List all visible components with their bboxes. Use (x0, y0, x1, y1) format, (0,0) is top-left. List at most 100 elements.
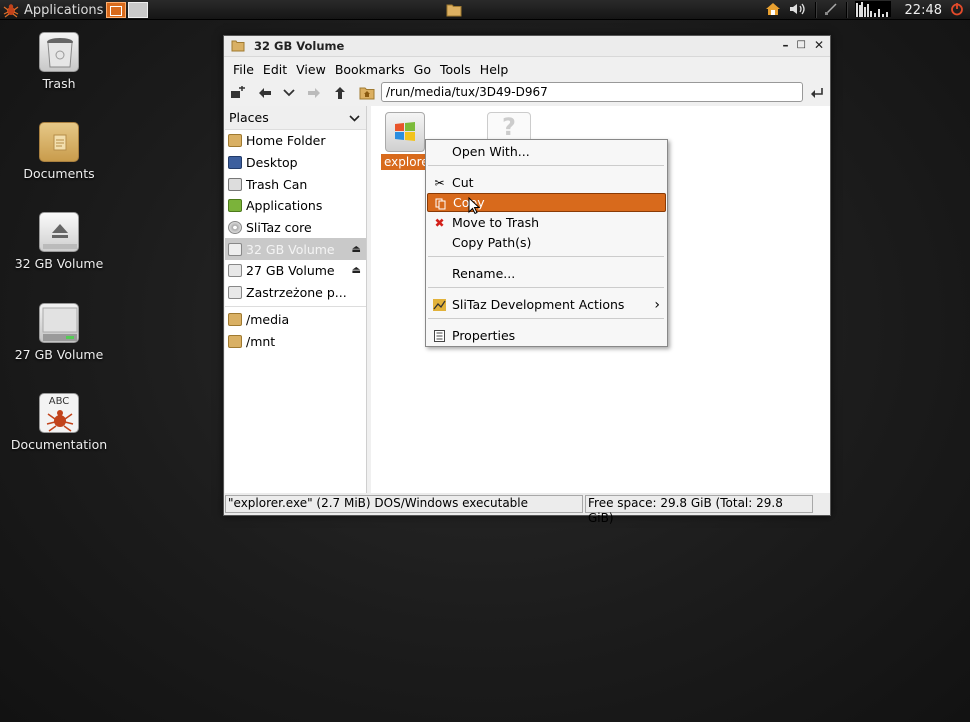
folder-icon (39, 122, 79, 162)
sidebar-item-32gb-volume[interactable]: 32 GB Volume ⏏ (225, 238, 366, 261)
sidebar-bookmark-mnt[interactable]: /mnt (225, 330, 366, 352)
menu-item-label: Copy Path(s) (452, 235, 532, 250)
close-button[interactable]: ✕ (814, 38, 824, 52)
sidebar-item-label: /mnt (246, 333, 276, 349)
up-arrow-icon[interactable] (331, 84, 349, 102)
desktop-icon-32gb-volume[interactable]: 32 GB Volume (0, 212, 118, 271)
menu-item-open-with[interactable]: Open With... (427, 142, 666, 161)
home-folder-icon (228, 134, 242, 148)
menu-view[interactable]: View (296, 62, 326, 77)
sidebar-item-reserved[interactable]: Zastrzeżone p... (225, 282, 366, 304)
sidebar-item-trash-can[interactable]: Trash Can (225, 173, 366, 195)
sidebar-item-label: 32 GB Volume (246, 241, 335, 257)
context-menu: Open With... ✂ Cut Copy ✖ Move to Trash … (425, 139, 668, 347)
sidebar-item-label: Home Folder (246, 133, 326, 149)
window-titlebar[interactable]: 32 GB Volume – □ ✕ (224, 36, 830, 57)
volume-icon[interactable] (789, 2, 807, 19)
maximize-button[interactable]: □ (796, 39, 805, 52)
sidebar-item-27gb-volume[interactable]: 27 GB Volume ⏏ (225, 260, 366, 282)
desktop-icon-label: Documentation (10, 437, 108, 452)
red-x-icon: ✖ (434, 215, 445, 230)
file-item-explorer[interactable]: explore (381, 112, 432, 170)
sidebar-item-label: Zastrzeżone p... (246, 285, 347, 301)
development-icon (433, 298, 446, 311)
sidebar-item-applications[interactable]: Applications (225, 195, 366, 217)
home-icon[interactable] (765, 2, 781, 19)
hard-drive-icon (228, 286, 242, 300)
sidebar-bookmark-media[interactable]: /media (225, 309, 366, 331)
statusbar: "explorer.exe" (2.7 MiB) DOS/Windows exe… (224, 493, 830, 525)
cpu-monitor-icon[interactable] (854, 0, 891, 20)
menu-item-copy-paths[interactable]: Copy Path(s) (427, 233, 666, 252)
clock[interactable]: 22:48 (905, 3, 942, 18)
back-arrow-icon[interactable] (256, 84, 274, 102)
eject-icon[interactable]: ⏏ (352, 265, 361, 276)
sidebar-item-label: Desktop (246, 155, 298, 171)
taskbar-folder-icon[interactable] (446, 3, 462, 20)
menu-help[interactable]: Help (480, 62, 509, 77)
menu-separator (428, 256, 664, 257)
system-tray: 22:48 (765, 0, 964, 20)
top-panel: Applications 22:48 (0, 0, 970, 20)
sidebar-item-desktop[interactable]: Desktop (225, 152, 366, 174)
desktop-icon-label: 32 GB Volume (14, 256, 104, 271)
eject-icon[interactable]: ⏏ (352, 244, 361, 255)
desktop-icon-documentation[interactable]: ABC Documentation (0, 393, 118, 452)
status-selection-info: "explorer.exe" (2.7 MiB) DOS/Windows exe… (225, 495, 583, 513)
mouse-pointer-icon (468, 196, 481, 218)
menubar: File Edit View Bookmarks Go Tools Help (224, 57, 830, 81)
sidebar-item-label: 27 GB Volume (246, 263, 335, 279)
menu-edit[interactable]: Edit (263, 62, 287, 77)
location-bar[interactable]: /run/media/tux/3D49-D967 (381, 82, 803, 102)
menu-item-rename[interactable]: Rename... (427, 264, 666, 283)
network-icon[interactable] (824, 2, 838, 19)
applications-menu[interactable]: Applications (2, 1, 103, 19)
folder-icon (228, 334, 242, 348)
cdrom-icon (228, 221, 242, 235)
menu-tools[interactable]: Tools (440, 62, 471, 77)
menu-item-cut[interactable]: ✂ Cut (427, 173, 666, 192)
documentation-icon: ABC (39, 393, 79, 433)
places-header[interactable]: Places (225, 106, 366, 130)
sidebar-item-label: Trash Can (246, 176, 308, 192)
hard-drive-icon (228, 264, 242, 278)
desktop-icon-trash[interactable]: Trash (0, 32, 118, 91)
tray-separator (814, 2, 816, 18)
menu-file[interactable]: File (233, 62, 254, 77)
applications-label: Applications (24, 2, 104, 18)
sidebar-item-home-folder[interactable]: Home Folder (225, 130, 366, 152)
removable-drive-icon (228, 242, 242, 256)
menu-item-label: Move to Trash (452, 215, 540, 230)
history-dropdown-icon[interactable] (280, 84, 298, 102)
menu-item-slitaz-dev-actions[interactable]: SliTaz Development Actions › (427, 295, 666, 314)
menu-item-label: Open With... (452, 144, 530, 159)
folder-icon (231, 40, 245, 55)
go-jump-icon[interactable] (808, 84, 826, 102)
menu-item-copy[interactable]: Copy (427, 193, 666, 212)
menu-bookmarks[interactable]: Bookmarks (335, 62, 405, 77)
chevron-right-icon: › (654, 296, 660, 313)
menu-go[interactable]: Go (414, 62, 431, 77)
sidebar-item-label: /media (246, 311, 290, 327)
menu-item-properties[interactable]: Properties (427, 326, 666, 345)
sidebar-item-slitaz-core[interactable]: SliTaz core (225, 217, 366, 239)
desktop-icon (228, 156, 242, 170)
desktop-icon-documents[interactable]: Documents (0, 122, 118, 181)
minimize-button[interactable]: – (782, 38, 788, 52)
menu-separator (428, 318, 664, 319)
menu-item-move-to-trash[interactable]: ✖ Move to Trash (427, 213, 666, 232)
places-sidebar: Places Home Folder Desktop Trash Can App… (225, 106, 367, 493)
copy-icon (434, 197, 447, 210)
power-icon[interactable] (950, 2, 964, 19)
workspace-2-button[interactable] (128, 2, 148, 18)
properties-icon (433, 329, 446, 342)
new-tab-icon[interactable] (229, 84, 247, 102)
menu-item-label: Cut (452, 175, 474, 190)
menu-item-label: SliTaz Development Actions (452, 297, 625, 312)
desktop-icon-27gb-volume[interactable]: 27 GB Volume (0, 303, 118, 362)
workspace-1-button[interactable] (106, 2, 126, 18)
chevron-down-icon[interactable] (349, 110, 360, 125)
home-folder-icon[interactable] (358, 84, 376, 102)
forward-arrow-icon[interactable] (305, 84, 323, 102)
desktop-icon-label: 27 GB Volume (14, 347, 104, 362)
